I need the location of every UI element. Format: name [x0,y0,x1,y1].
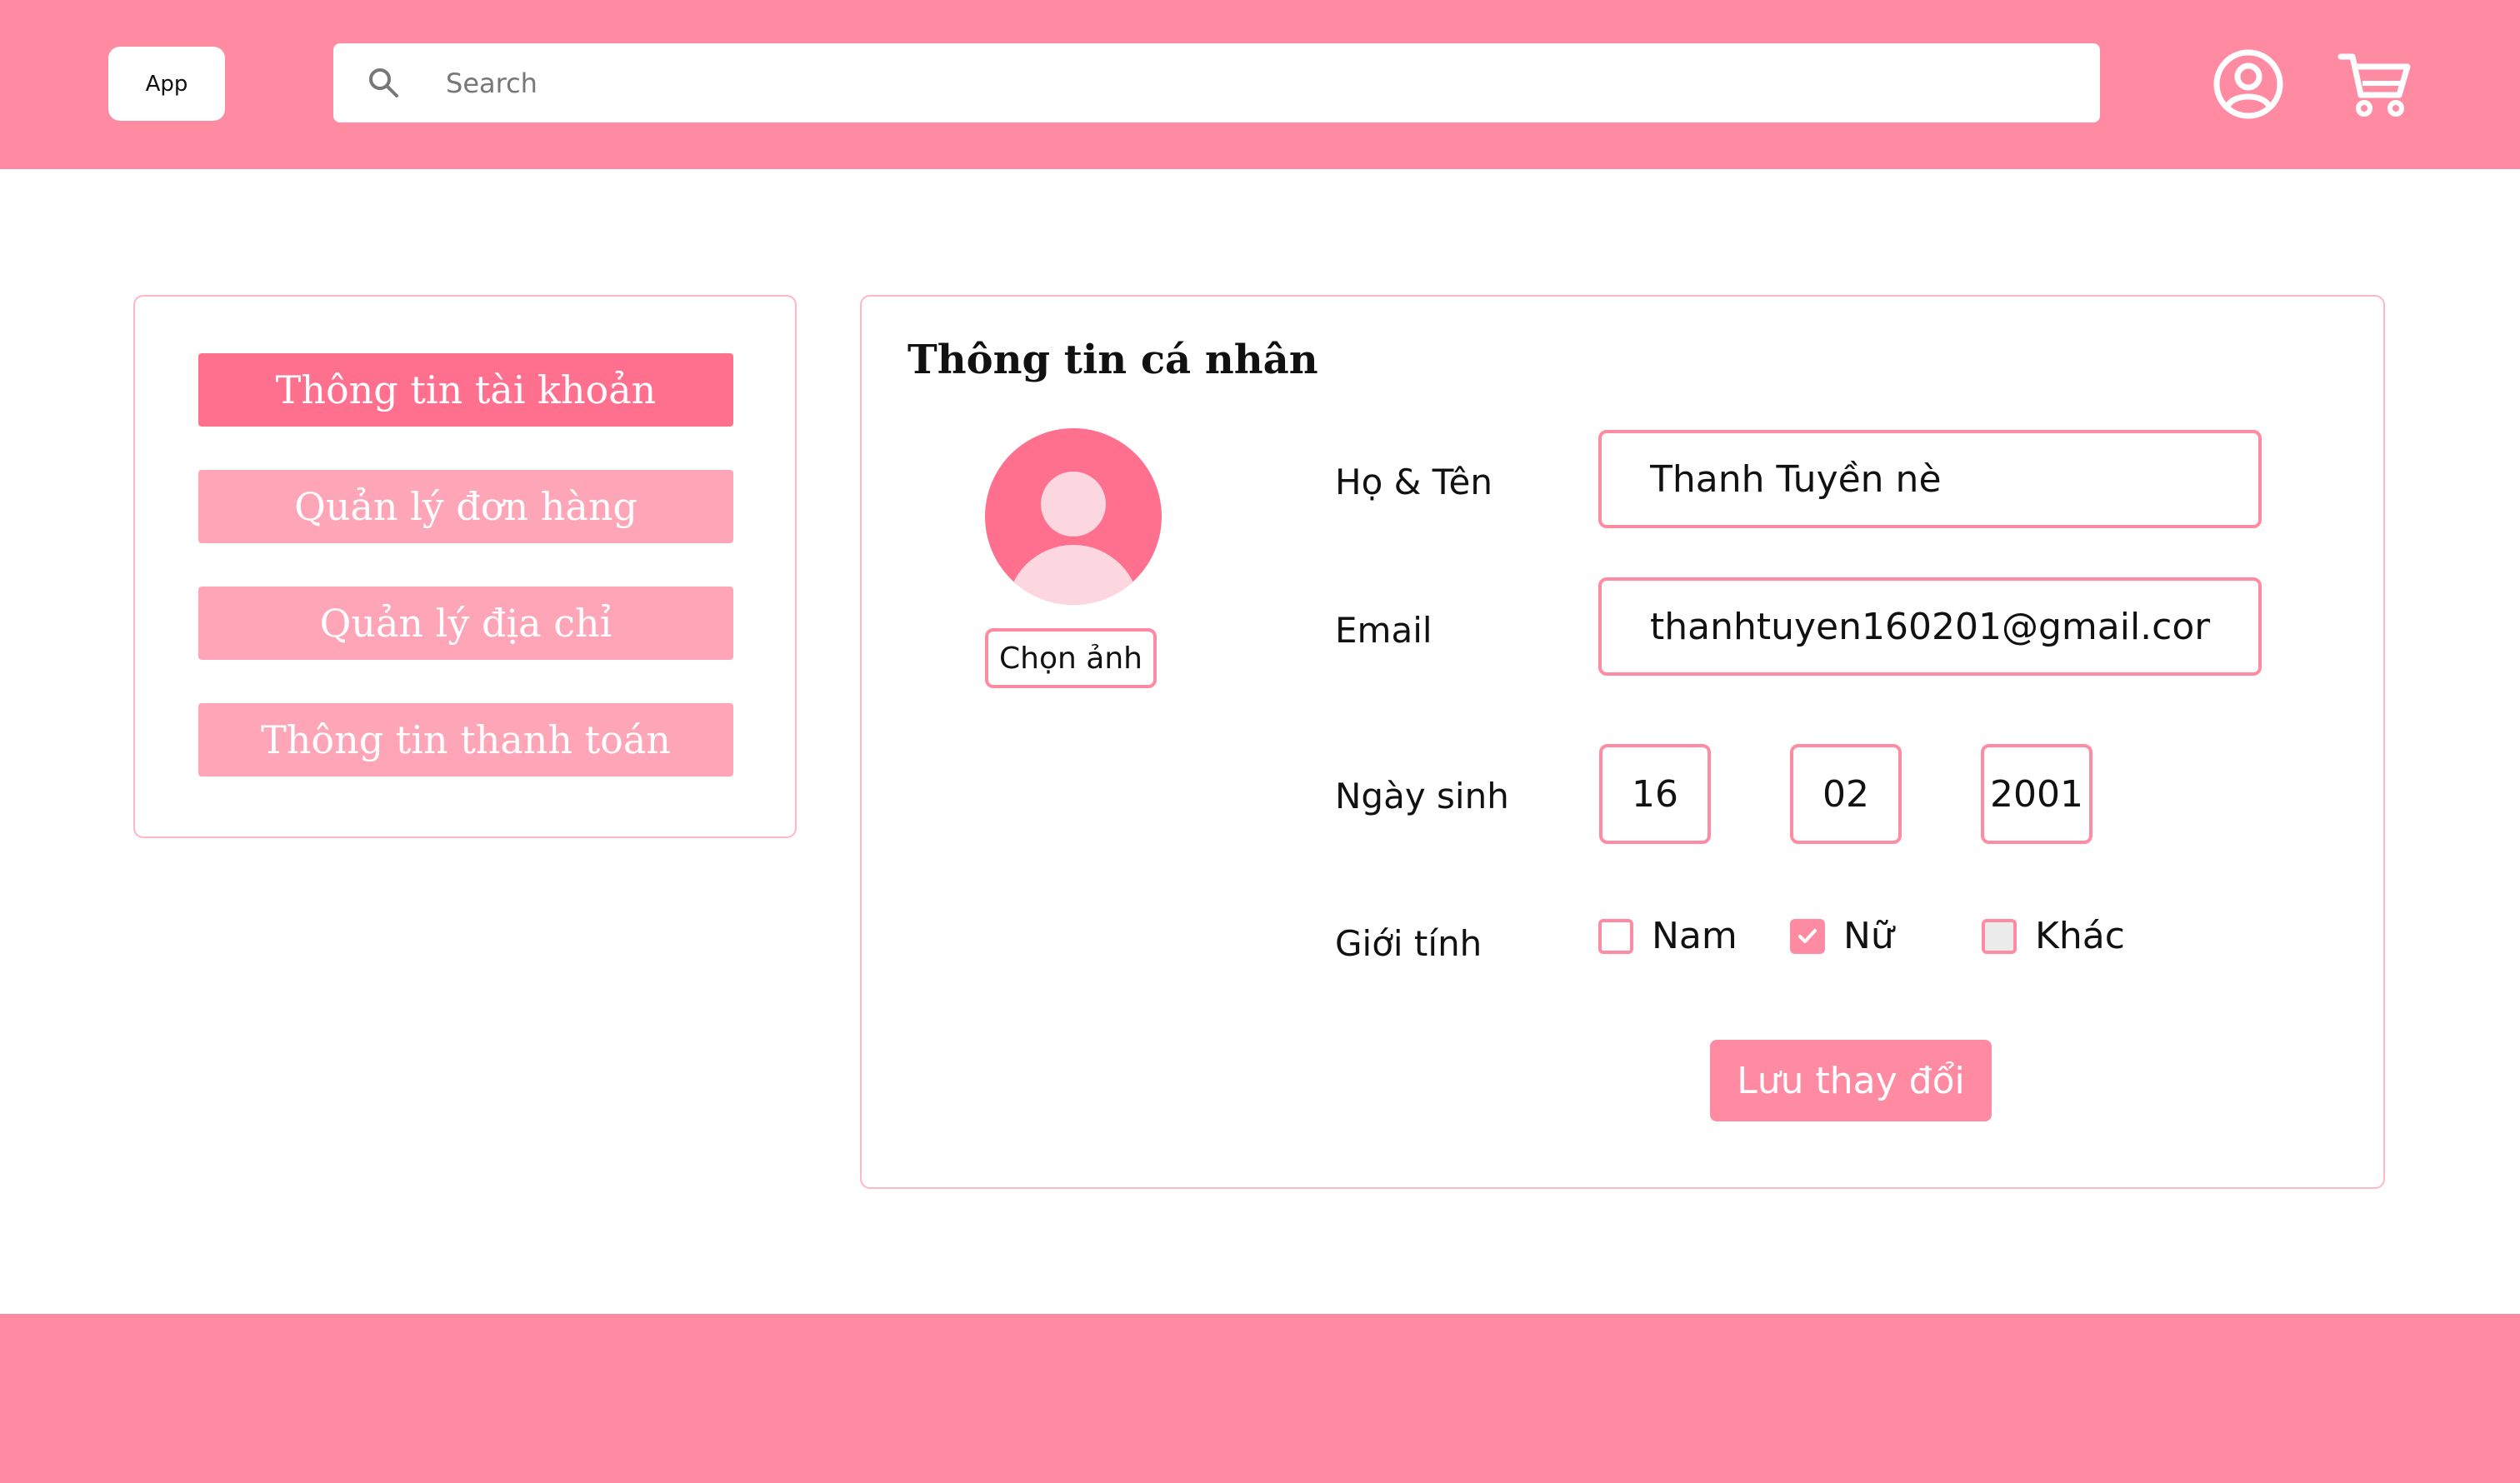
choose-photo-button[interactable]: Chọn ảnh [985,628,1157,688]
birth-month-field[interactable] [1790,744,1902,844]
birthday-label: Ngày sinh [1335,776,1509,816]
gender-option-label: Khác [2035,915,2125,957]
gender-option-male[interactable]: Nam [1598,915,1738,957]
user-avatar-icon [985,428,1162,605]
gender-other-checkbox[interactable] [1982,918,2017,954]
gender-male-checkbox[interactable] [1598,918,1633,954]
cart-icon[interactable] [2338,47,2412,122]
birth-year-field[interactable] [1981,744,2092,844]
name-field[interactable] [1598,430,2262,528]
email-label: Email [1335,610,1432,651]
save-changes-button[interactable]: Lưu thay đổi [1710,1040,1992,1121]
checkmark-icon [1798,928,1817,943]
avatar-head [1041,472,1106,537]
sidebar-item-label: Thông tin tài khoản [275,367,657,412]
search-bar[interactable] [333,43,2100,122]
gender-option-female[interactable]: Nữ [1790,915,1894,957]
sidebar-item-orders[interactable]: Quản lý đơn hàng [198,470,733,543]
gender-option-label: Nam [1652,915,1738,957]
email-field[interactable] [1598,577,2262,676]
gender-female-checkbox[interactable] [1790,918,1825,954]
sidebar-item-label: Quản lý địa chỉ [319,601,612,646]
gender-label: Giới tính [1335,923,1482,964]
user-circle-icon[interactable] [2211,47,2286,122]
avatar-body [1007,545,1140,605]
sidebar-item-label: Quản lý đơn hàng [294,484,638,529]
profile-panel: Thông tin cá nhân Chọn ảnh Họ & Tên Emai… [860,295,2385,1189]
sidebar-item-addresses[interactable]: Quản lý địa chỉ [198,587,733,660]
top-header: App [0,0,2520,169]
sidebar-item-account-info[interactable]: Thông tin tài khoản [198,353,733,427]
gender-option-label: Nữ [1843,915,1894,957]
app-logo[interactable]: App [108,47,225,121]
gender-option-other[interactable]: Khác [1982,915,2125,957]
app-logo-label: App [145,71,188,97]
page-title: Thông tin cá nhân [908,337,1318,383]
page-footer [0,1314,2520,1483]
search-icon [369,68,398,97]
choose-photo-label: Chọn ảnh [999,641,1142,676]
name-label: Họ & Tên [1335,462,1492,502]
sidebar-item-payment[interactable]: Thông tin thanh toán [198,703,733,776]
search-input[interactable] [446,43,2029,122]
save-changes-label: Lưu thay đổi [1737,1059,1965,1102]
account-sidebar: Thông tin tài khoản Quản lý đơn hàng Quả… [133,295,797,838]
sidebar-item-label: Thông tin thanh toán [261,717,671,762]
birth-day-field[interactable] [1599,744,1711,844]
